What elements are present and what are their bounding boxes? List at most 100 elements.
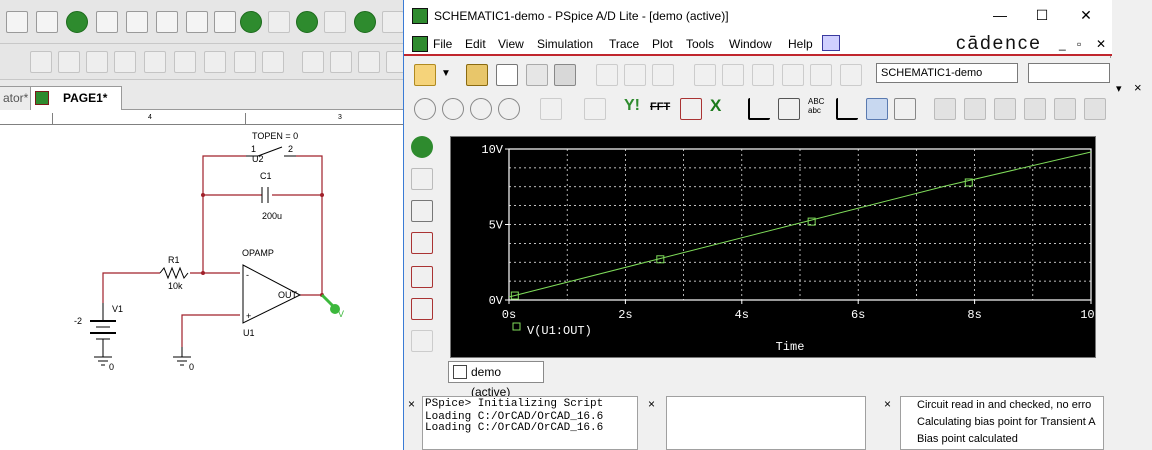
sim-status-icon[interactable] bbox=[411, 266, 433, 288]
help-book-icon[interactable] bbox=[822, 35, 840, 51]
zoom-area-icon[interactable] bbox=[470, 98, 492, 120]
performance-icon[interactable] bbox=[680, 98, 702, 120]
bias-i-off-icon[interactable] bbox=[324, 11, 346, 33]
menu-help[interactable]: Help bbox=[788, 37, 813, 51]
mdi-restore[interactable]: ▫ bbox=[1077, 37, 1081, 51]
open-sim-icon[interactable] bbox=[496, 64, 518, 86]
bias-v-icon[interactable] bbox=[240, 11, 262, 33]
open-icon[interactable] bbox=[466, 64, 488, 86]
stimulus-icon[interactable] bbox=[411, 330, 433, 352]
table-icon[interactable] bbox=[262, 51, 284, 73]
schematic-canvas[interactable] bbox=[0, 125, 405, 450]
cross-icon[interactable] bbox=[144, 51, 166, 73]
minimize-button[interactable]: — bbox=[992, 8, 1008, 24]
menu-window[interactable]: Window bbox=[729, 37, 772, 51]
print-icon[interactable] bbox=[554, 64, 576, 86]
filter-icon[interactable] bbox=[268, 11, 290, 33]
toggle-cursor-icon[interactable] bbox=[836, 98, 858, 120]
view-output-icon[interactable] bbox=[411, 200, 433, 222]
strip-close-icon[interactable]: × bbox=[1134, 80, 1142, 95]
pointer-icon[interactable] bbox=[866, 98, 888, 120]
edit-icon[interactable] bbox=[174, 51, 196, 73]
note-icon[interactable] bbox=[114, 51, 136, 73]
diff-marker-icon[interactable] bbox=[214, 11, 236, 33]
command-console[interactable]: PSpice> Initializing Script Loading C:/O… bbox=[422, 396, 638, 450]
menu-simulation[interactable]: Simulation bbox=[537, 37, 593, 51]
bias-w-off-icon[interactable] bbox=[382, 11, 404, 33]
undo-icon[interactable] bbox=[694, 64, 716, 86]
zoom-in-icon[interactable] bbox=[414, 98, 436, 120]
tab-page1[interactable]: PAGE1* bbox=[30, 86, 122, 110]
voltage-marker-icon[interactable] bbox=[126, 11, 148, 33]
export-icon[interactable] bbox=[58, 51, 80, 73]
save-icon[interactable] bbox=[526, 64, 548, 86]
output-file-icon[interactable] bbox=[411, 168, 433, 190]
cursor-min-icon[interactable] bbox=[1024, 98, 1046, 120]
cut-icon[interactable] bbox=[596, 64, 618, 86]
axis-settings-icon[interactable] bbox=[584, 98, 606, 120]
close-button[interactable]: ✕ bbox=[1078, 8, 1094, 24]
tab-demo-active[interactable]: demo (active) bbox=[448, 361, 544, 399]
cursor-trough-icon[interactable] bbox=[964, 98, 986, 120]
sim-results-icon[interactable] bbox=[411, 232, 433, 254]
power-marker-icon[interactable] bbox=[186, 11, 208, 33]
sim-settings-icon[interactable] bbox=[411, 298, 433, 320]
waveform-icon[interactable] bbox=[6, 11, 28, 33]
menu-plot[interactable]: Plot bbox=[652, 37, 673, 51]
probe-icon[interactable] bbox=[96, 11, 118, 33]
mark-current-icon[interactable] bbox=[810, 64, 832, 86]
bias-w-icon[interactable] bbox=[354, 11, 376, 33]
grid-icon[interactable] bbox=[894, 98, 916, 120]
profile-field[interactable]: SCHEMATIC1-demo bbox=[876, 63, 1018, 83]
progress-close-icon[interactable]: × bbox=[648, 397, 655, 411]
trace-expression-icon[interactable] bbox=[778, 98, 800, 120]
new-icon[interactable] bbox=[414, 64, 436, 86]
status-pane[interactable]: Circuit read in and checked, no erro Cal… bbox=[900, 396, 1104, 450]
mdi-minimize[interactable]: _ bbox=[1059, 37, 1066, 51]
menu-tools[interactable]: Tools bbox=[686, 37, 714, 51]
align-left-icon[interactable] bbox=[302, 51, 324, 73]
copy-icon[interactable] bbox=[624, 64, 646, 86]
current-marker-icon[interactable] bbox=[156, 11, 178, 33]
cart-icon[interactable] bbox=[86, 51, 108, 73]
run-icon[interactable] bbox=[66, 11, 88, 33]
check-icon[interactable] bbox=[204, 51, 226, 73]
waveform-plot[interactable]: 0s 2s 4s 6s 8s 10s 0V 5V 10V V(U1:OUT) Time bbox=[450, 136, 1102, 358]
log-axis-icon[interactable] bbox=[540, 98, 562, 120]
cursor-peak-icon[interactable] bbox=[934, 98, 956, 120]
new-dropdown-icon[interactable]: ▼ bbox=[441, 68, 451, 79]
part-icon[interactable] bbox=[30, 51, 52, 73]
cursor-next-icon[interactable] bbox=[1084, 98, 1106, 120]
status-close-icon[interactable]: × bbox=[884, 397, 891, 411]
search-field[interactable] bbox=[1028, 63, 1110, 83]
zoom-fit-icon[interactable] bbox=[498, 98, 520, 120]
run-sim-icon[interactable] bbox=[411, 136, 433, 158]
plot-icon[interactable] bbox=[36, 11, 58, 33]
label-text-icon[interactable]: ABC abc bbox=[808, 97, 824, 115]
menu-edit[interactable]: Edit bbox=[465, 37, 486, 51]
console-close-icon[interactable]: × bbox=[408, 397, 415, 411]
redo-icon[interactable] bbox=[722, 64, 744, 86]
excel-icon[interactable]: X bbox=[710, 96, 721, 116]
bom-icon[interactable] bbox=[234, 51, 256, 73]
paste-icon[interactable] bbox=[652, 64, 674, 86]
fourier-y-icon[interactable]: Y! bbox=[624, 97, 640, 115]
cursor-max-icon[interactable] bbox=[1054, 98, 1076, 120]
fft-icon[interactable]: FFT bbox=[650, 101, 670, 113]
align-right-icon[interactable] bbox=[358, 51, 380, 73]
align-center-icon[interactable] bbox=[330, 51, 352, 73]
tab-navigator[interactable]: ator* bbox=[0, 86, 32, 110]
zoom-out-icon[interactable] bbox=[442, 98, 464, 120]
mark-power-icon[interactable] bbox=[840, 64, 862, 86]
menu-file[interactable]: File bbox=[433, 37, 452, 51]
mark-data-icon[interactable] bbox=[752, 64, 774, 86]
mdi-close[interactable]: ✕ bbox=[1096, 37, 1106, 51]
add-trace-icon[interactable] bbox=[748, 98, 770, 120]
strip-dropdown-icon[interactable]: ▾ bbox=[1116, 82, 1122, 95]
maximize-button[interactable]: ☐ bbox=[1034, 8, 1050, 24]
cursor-slope-icon[interactable] bbox=[994, 98, 1016, 120]
mark-voltage-icon[interactable] bbox=[782, 64, 804, 86]
menu-view[interactable]: View bbox=[498, 37, 524, 51]
menu-trace[interactable]: Trace bbox=[609, 37, 639, 51]
bias-i-icon[interactable] bbox=[296, 11, 318, 33]
